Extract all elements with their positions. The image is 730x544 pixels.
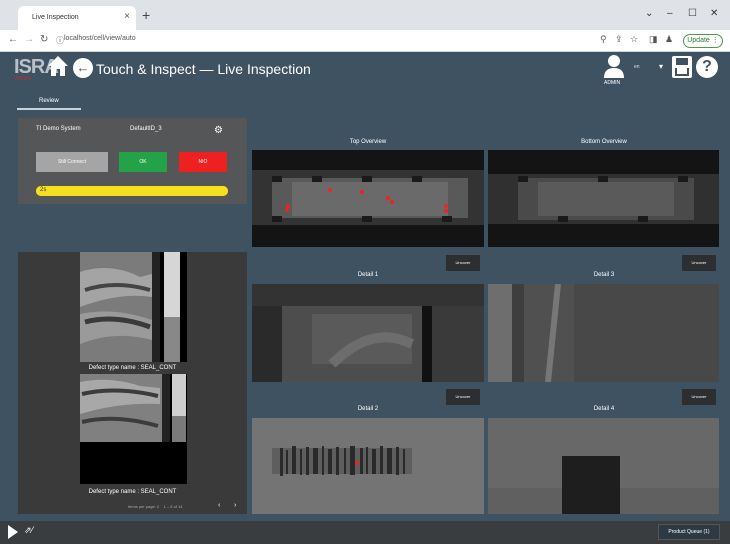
items-per-page[interactable]: Items per page: 2 1 – 6 of 14	[128, 504, 183, 509]
zoom-icon[interactable]: ⚲	[600, 34, 607, 45]
items-per-page-label: Items per page: 2	[128, 504, 160, 509]
browser-tab-strip: Live Inspection × + ⌄ – ☐ ✕	[0, 0, 730, 30]
close-tab-icon[interactable]: ×	[124, 11, 130, 22]
bottom-overview-view[interactable]	[488, 150, 719, 247]
chevron-down-icon[interactable]: ▾	[659, 62, 663, 71]
page-title: Touch & Inspect — Live Inspection	[96, 61, 311, 77]
ok-button[interactable]: OK	[119, 152, 167, 172]
defect-image-2[interactable]	[80, 374, 187, 484]
site-info-icon[interactable]: ⓘ	[56, 35, 64, 46]
default-id: DefaultID_3	[130, 126, 162, 132]
share-icon[interactable]: ⇪	[615, 34, 623, 45]
url-field[interactable]: localhost/cell/view/auto	[64, 35, 136, 42]
forward-nav-icon[interactable]: →	[24, 34, 34, 45]
reload-icon[interactable]: ↻	[40, 34, 48, 45]
nio-button[interactable]: NIO	[179, 152, 227, 172]
logo-subtitle: VISION	[14, 76, 31, 82]
play-icon[interactable]	[8, 525, 18, 539]
uncover-button-bottom[interactable]: Uncover	[682, 255, 716, 271]
product-queue-button[interactable]: Product Queue (1)	[658, 524, 720, 540]
update-label: Update	[687, 37, 710, 44]
next-page-button[interactable]: ›	[234, 502, 236, 509]
detail3-title: Detail 3	[593, 272, 615, 278]
bottom-overview-title: Bottom Overview	[581, 139, 627, 145]
address-bar: ← → ↻ ⓘ localhost/cell/view/auto ⚲ ⇪ ☆ ◨…	[0, 30, 730, 52]
still-connect-button[interactable]: Still Connect	[36, 152, 108, 172]
new-tab-button[interactable]: +	[142, 7, 150, 23]
detail1-title: Detail 1	[357, 272, 379, 278]
defect-image-1[interactable]	[80, 252, 187, 362]
top-overview-title: Top Overview	[349, 139, 387, 145]
detail4-title: Detail 4	[593, 406, 615, 412]
detail3-view[interactable]	[488, 284, 719, 382]
tab-list-icon[interactable]: ⌄	[645, 8, 653, 19]
progress-bar: 2s	[36, 186, 228, 196]
defect-2-label: Defect type name : SEAL_CONT	[88, 489, 177, 495]
language-selector[interactable]: en	[634, 64, 640, 70]
tab-review[interactable]: Review	[17, 94, 81, 110]
back-arrow-icon[interactable]: ←	[73, 58, 93, 78]
prev-page-button[interactable]: ‹	[218, 502, 220, 509]
detail1-view[interactable]	[252, 284, 484, 382]
update-button[interactable]: Update ⋮	[683, 34, 723, 48]
wand-icon[interactable]: ⇗⁄	[24, 525, 33, 536]
app-header: ISRA VISION ← Touch & Inspect — Live Ins…	[0, 52, 730, 88]
control-panel: TI Demo System DefaultID_3 ⚙ Still Conne…	[18, 118, 247, 204]
page-range: 1 – 6 of 14	[163, 504, 183, 509]
minimize-button[interactable]: –	[667, 8, 673, 19]
browser-tab-title: Live Inspection	[32, 14, 79, 21]
home-icon[interactable]	[46, 54, 70, 78]
star-icon[interactable]: ☆	[630, 34, 638, 45]
top-overview-view[interactable]	[252, 150, 484, 247]
detail2-title: Detail 2	[357, 406, 379, 412]
user-icon[interactable]	[603, 54, 625, 80]
detail2-view[interactable]	[252, 418, 484, 514]
profile-icon[interactable]: ♟	[665, 34, 673, 45]
defect-gallery: Defect type name : SEAL_CONT Defect type…	[18, 252, 247, 514]
system-name: TI Demo System	[36, 126, 81, 132]
detail4-view[interactable]	[488, 418, 719, 514]
sidebar-icon[interactable]: ◨	[649, 34, 658, 45]
browser-tab[interactable]: Live Inspection ×	[18, 6, 136, 30]
uncover-button-detail3[interactable]: Uncover	[682, 389, 716, 405]
progress-text: 2s	[40, 187, 47, 193]
progress-fill	[36, 186, 228, 196]
app-root: Live Inspection × + ⌄ – ☐ ✕ ← → ↻ ⓘ loca…	[0, 0, 730, 544]
defect-1-label: Defect type name : SEAL_CONT	[88, 365, 177, 371]
close-window-button[interactable]: ✕	[710, 8, 718, 19]
back-nav-icon[interactable]: ←	[8, 34, 18, 45]
save-icon[interactable]	[672, 56, 692, 78]
help-icon[interactable]: ?	[696, 56, 718, 78]
bottom-bar: ⇗⁄ Product Queue (1)	[0, 521, 730, 544]
uncover-button-detail1[interactable]: Uncover	[446, 389, 480, 405]
gear-icon[interactable]: ⚙	[214, 125, 223, 136]
uncover-button-top[interactable]: Uncover	[446, 255, 480, 271]
user-name: ADMIN	[604, 80, 621, 86]
maximize-button[interactable]: ☐	[688, 8, 697, 19]
